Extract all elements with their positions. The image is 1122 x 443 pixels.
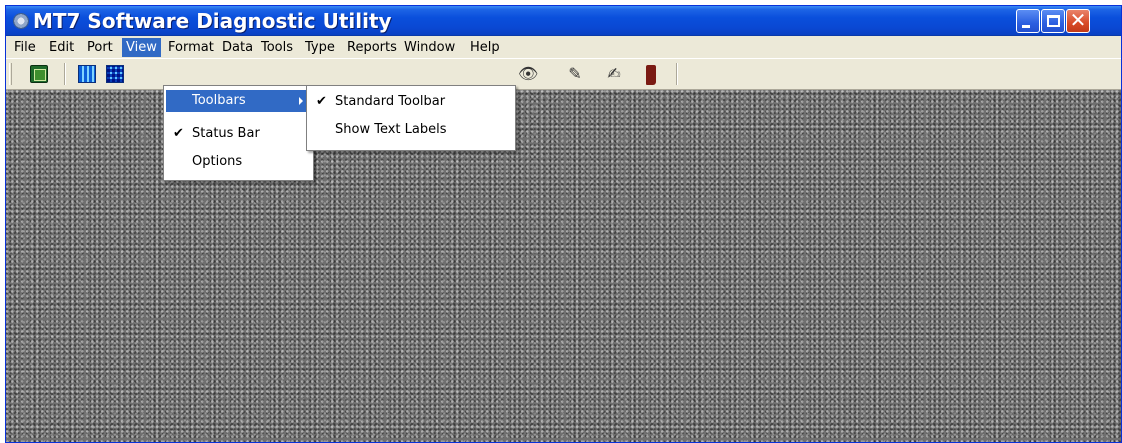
menu-tools[interactable]: Tools	[257, 38, 297, 57]
view-menu-item-status-bar[interactable]: ✔ Status Bar	[166, 123, 311, 145]
title-bar[interactable]: MT7 Software Diagnostic Utility ✕	[6, 6, 1121, 36]
submenu-item-show-text-labels[interactable]: Show Text Labels	[309, 119, 513, 141]
menu-item-label: Toolbars	[192, 93, 246, 108]
close-icon: ✕	[1069, 8, 1087, 32]
book-icon[interactable]	[30, 65, 48, 83]
close-button[interactable]: ✕	[1066, 8, 1090, 33]
checkmark-icon: ✔	[173, 126, 184, 141]
app-window: MT7 Software Diagnostic Utility ✕ File E…	[5, 5, 1122, 443]
maximize-icon	[1047, 15, 1060, 27]
submenu-item-standard-toolbar[interactable]: ✔ Standard Toolbar	[309, 91, 513, 113]
window-title: MT7 Software Diagnostic Utility	[33, 9, 392, 33]
grid-icon[interactable]	[78, 65, 96, 83]
view-menu-item-toolbars[interactable]: Toolbars	[166, 90, 311, 112]
menu-type[interactable]: Type	[301, 38, 339, 57]
toolbar-grip[interactable]	[9, 63, 12, 85]
minimize-icon	[1022, 25, 1030, 28]
view-menu-item-options[interactable]: Options	[166, 151, 311, 173]
toolbar-separator	[676, 63, 678, 85]
menu-reports[interactable]: Reports	[343, 38, 401, 57]
boot-icon[interactable]	[646, 65, 656, 85]
menu-view[interactable]: View	[122, 38, 161, 57]
menu-item-label: Show Text Labels	[335, 122, 447, 137]
menu-port[interactable]: Port	[83, 38, 117, 57]
menu-bar: File Edit Port View Format Data Tools Ty…	[6, 36, 1121, 58]
pencil-icon[interactable]: ✎	[566, 65, 584, 83]
eye-icon[interactable]: 👁	[518, 65, 538, 83]
minimize-button[interactable]	[1016, 9, 1040, 33]
toolbars-submenu: ✔ Standard Toolbar Show Text Labels	[306, 85, 516, 151]
view-menu: Toolbars ✔ Status Bar Options	[163, 85, 314, 181]
grid-large-icon[interactable]	[106, 65, 124, 83]
menu-item-label: Options	[192, 154, 243, 169]
menu-item-label: Standard Toolbar	[335, 94, 446, 109]
menu-window[interactable]: Window	[400, 38, 459, 57]
pen-sign-icon[interactable]: ✍	[605, 65, 623, 83]
menu-item-label: Status Bar	[192, 126, 260, 141]
menu-help[interactable]: Help	[466, 38, 504, 57]
maximize-button[interactable]	[1041, 9, 1065, 33]
menu-data[interactable]: Data	[218, 38, 257, 57]
toolbar-separator	[64, 63, 66, 85]
submenu-arrow-icon	[299, 97, 303, 105]
menu-file[interactable]: File	[10, 38, 40, 57]
menu-format[interactable]: Format	[164, 38, 218, 57]
menu-edit[interactable]: Edit	[45, 38, 78, 57]
app-icon[interactable]	[13, 13, 29, 29]
checkmark-icon: ✔	[316, 94, 327, 109]
